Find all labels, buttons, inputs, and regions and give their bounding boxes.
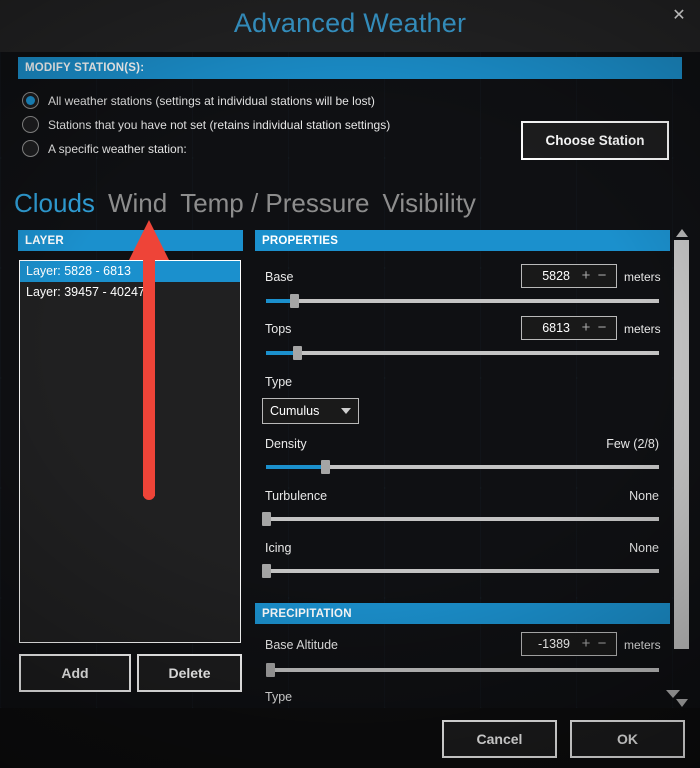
precip-base-altitude-value[interactable]: -1389: [528, 637, 578, 651]
tab-bar: Clouds Wind Temp / Pressure Visibility: [14, 188, 476, 219]
base-value[interactable]: 5828: [528, 269, 578, 283]
properties-panel-header: PROPERTIES: [255, 230, 670, 251]
slider-thumb[interactable]: [262, 564, 271, 578]
density-label: Density: [265, 437, 307, 451]
icing-label: Icing: [265, 541, 292, 555]
slider-fill: [266, 465, 325, 469]
turbulence-label: Turbulence: [265, 489, 328, 503]
turbulence-value: None: [629, 489, 659, 503]
tab-temp-pressure[interactable]: Temp / Pressure: [180, 188, 369, 219]
tab-wind[interactable]: Wind: [108, 188, 167, 219]
scroll-up-arrow-icon[interactable]: [676, 229, 688, 237]
slider-track: [266, 569, 659, 573]
base-unit: meters: [624, 270, 661, 284]
tops-label: Tops: [265, 322, 292, 336]
precip-base-altitude-unit: meters: [624, 638, 661, 652]
base-label: Base: [265, 270, 294, 284]
tops-stepper[interactable]: 6813 + −: [521, 316, 617, 340]
radio-label: A specific weather station:: [48, 141, 187, 156]
layer-list[interactable]: Layer: 5828 - 6813 Layer: 39457 - 40247: [19, 260, 241, 643]
slider-track: [266, 351, 659, 355]
tops-increment-icon[interactable]: +: [578, 320, 594, 335]
radio-label: All weather stations (settings at indivi…: [48, 93, 375, 108]
chevron-down-icon: [341, 408, 351, 414]
advanced-weather-dialog: Advanced Weather ✕ MODIFY STATION(S): Al…: [0, 0, 700, 768]
slider-track: [266, 517, 659, 521]
radio-all-weather-stations[interactable]: All weather stations (settings at indivi…: [22, 92, 375, 109]
cloud-type-value: Cumulus: [270, 404, 320, 418]
radio-icon: [22, 116, 39, 133]
precipitation-panel-header: PRECIPITATION: [255, 603, 670, 624]
properties-scrollbar[interactable]: [674, 229, 691, 707]
slider-track: [266, 668, 659, 672]
tab-clouds[interactable]: Clouds: [14, 188, 95, 219]
tops-slider[interactable]: [266, 346, 659, 360]
base-decrement-icon[interactable]: −: [594, 268, 610, 283]
base-slider[interactable]: [266, 294, 659, 308]
radio-icon-selected: [22, 92, 39, 109]
scrollbar-thumb[interactable]: [674, 240, 689, 649]
tops-decrement-icon[interactable]: −: [594, 320, 610, 335]
cancel-button[interactable]: Cancel: [442, 720, 557, 758]
delete-layer-button[interactable]: Delete: [137, 654, 242, 692]
tops-unit: meters: [624, 322, 661, 336]
icing-value: None: [629, 541, 659, 555]
modify-stations-header: MODIFY STATION(S):: [18, 57, 682, 79]
slider-thumb[interactable]: [293, 346, 303, 360]
slider-track: [266, 299, 659, 303]
page-title: Advanced Weather: [233, 8, 467, 38]
radio-label: Stations that you have not set (retains …: [48, 117, 391, 132]
slider-thumb[interactable]: [265, 663, 275, 677]
turbulence-slider[interactable]: [262, 512, 659, 526]
slider-thumb[interactable]: [289, 294, 299, 308]
list-item[interactable]: Layer: 39457 - 40247: [20, 282, 240, 303]
tab-visibility[interactable]: Visibility: [382, 188, 475, 219]
slider-thumb[interactable]: [262, 512, 271, 526]
precip-base-altitude-label: Base Altitude: [265, 638, 338, 652]
tops-value[interactable]: 6813: [528, 321, 578, 335]
density-value: Few (2/8): [606, 437, 659, 451]
title-bar: Advanced Weather ✕: [0, 0, 700, 52]
precip-decrement-icon[interactable]: −: [594, 636, 610, 651]
density-slider[interactable]: [266, 460, 659, 474]
base-increment-icon[interactable]: +: [578, 268, 594, 283]
add-layer-button[interactable]: Add: [19, 654, 131, 692]
scroll-down-arrow-icon[interactable]: [676, 699, 688, 707]
list-item[interactable]: Layer: 5828 - 6813: [20, 261, 240, 282]
cloud-type-label: Type: [265, 375, 293, 389]
slider-thumb[interactable]: [320, 460, 330, 474]
precip-base-altitude-stepper[interactable]: -1389 + −: [521, 632, 617, 656]
layer-panel-header: LAYER: [18, 230, 243, 251]
icing-slider[interactable]: [262, 564, 659, 578]
radio-stations-not-set[interactable]: Stations that you have not set (retains …: [22, 116, 390, 133]
precip-type-label: Type: [265, 690, 293, 704]
cloud-type-select[interactable]: Cumulus: [262, 398, 359, 424]
base-stepper[interactable]: 5828 + −: [521, 264, 617, 288]
precip-base-altitude-slider[interactable]: [265, 663, 659, 677]
ok-button[interactable]: OK: [570, 720, 685, 758]
precip-increment-icon[interactable]: +: [578, 636, 594, 651]
close-icon[interactable]: ✕: [666, 4, 692, 28]
radio-icon: [22, 140, 39, 157]
radio-specific-weather-station[interactable]: A specific weather station:: [22, 140, 187, 157]
choose-station-button[interactable]: Choose Station: [521, 121, 669, 160]
